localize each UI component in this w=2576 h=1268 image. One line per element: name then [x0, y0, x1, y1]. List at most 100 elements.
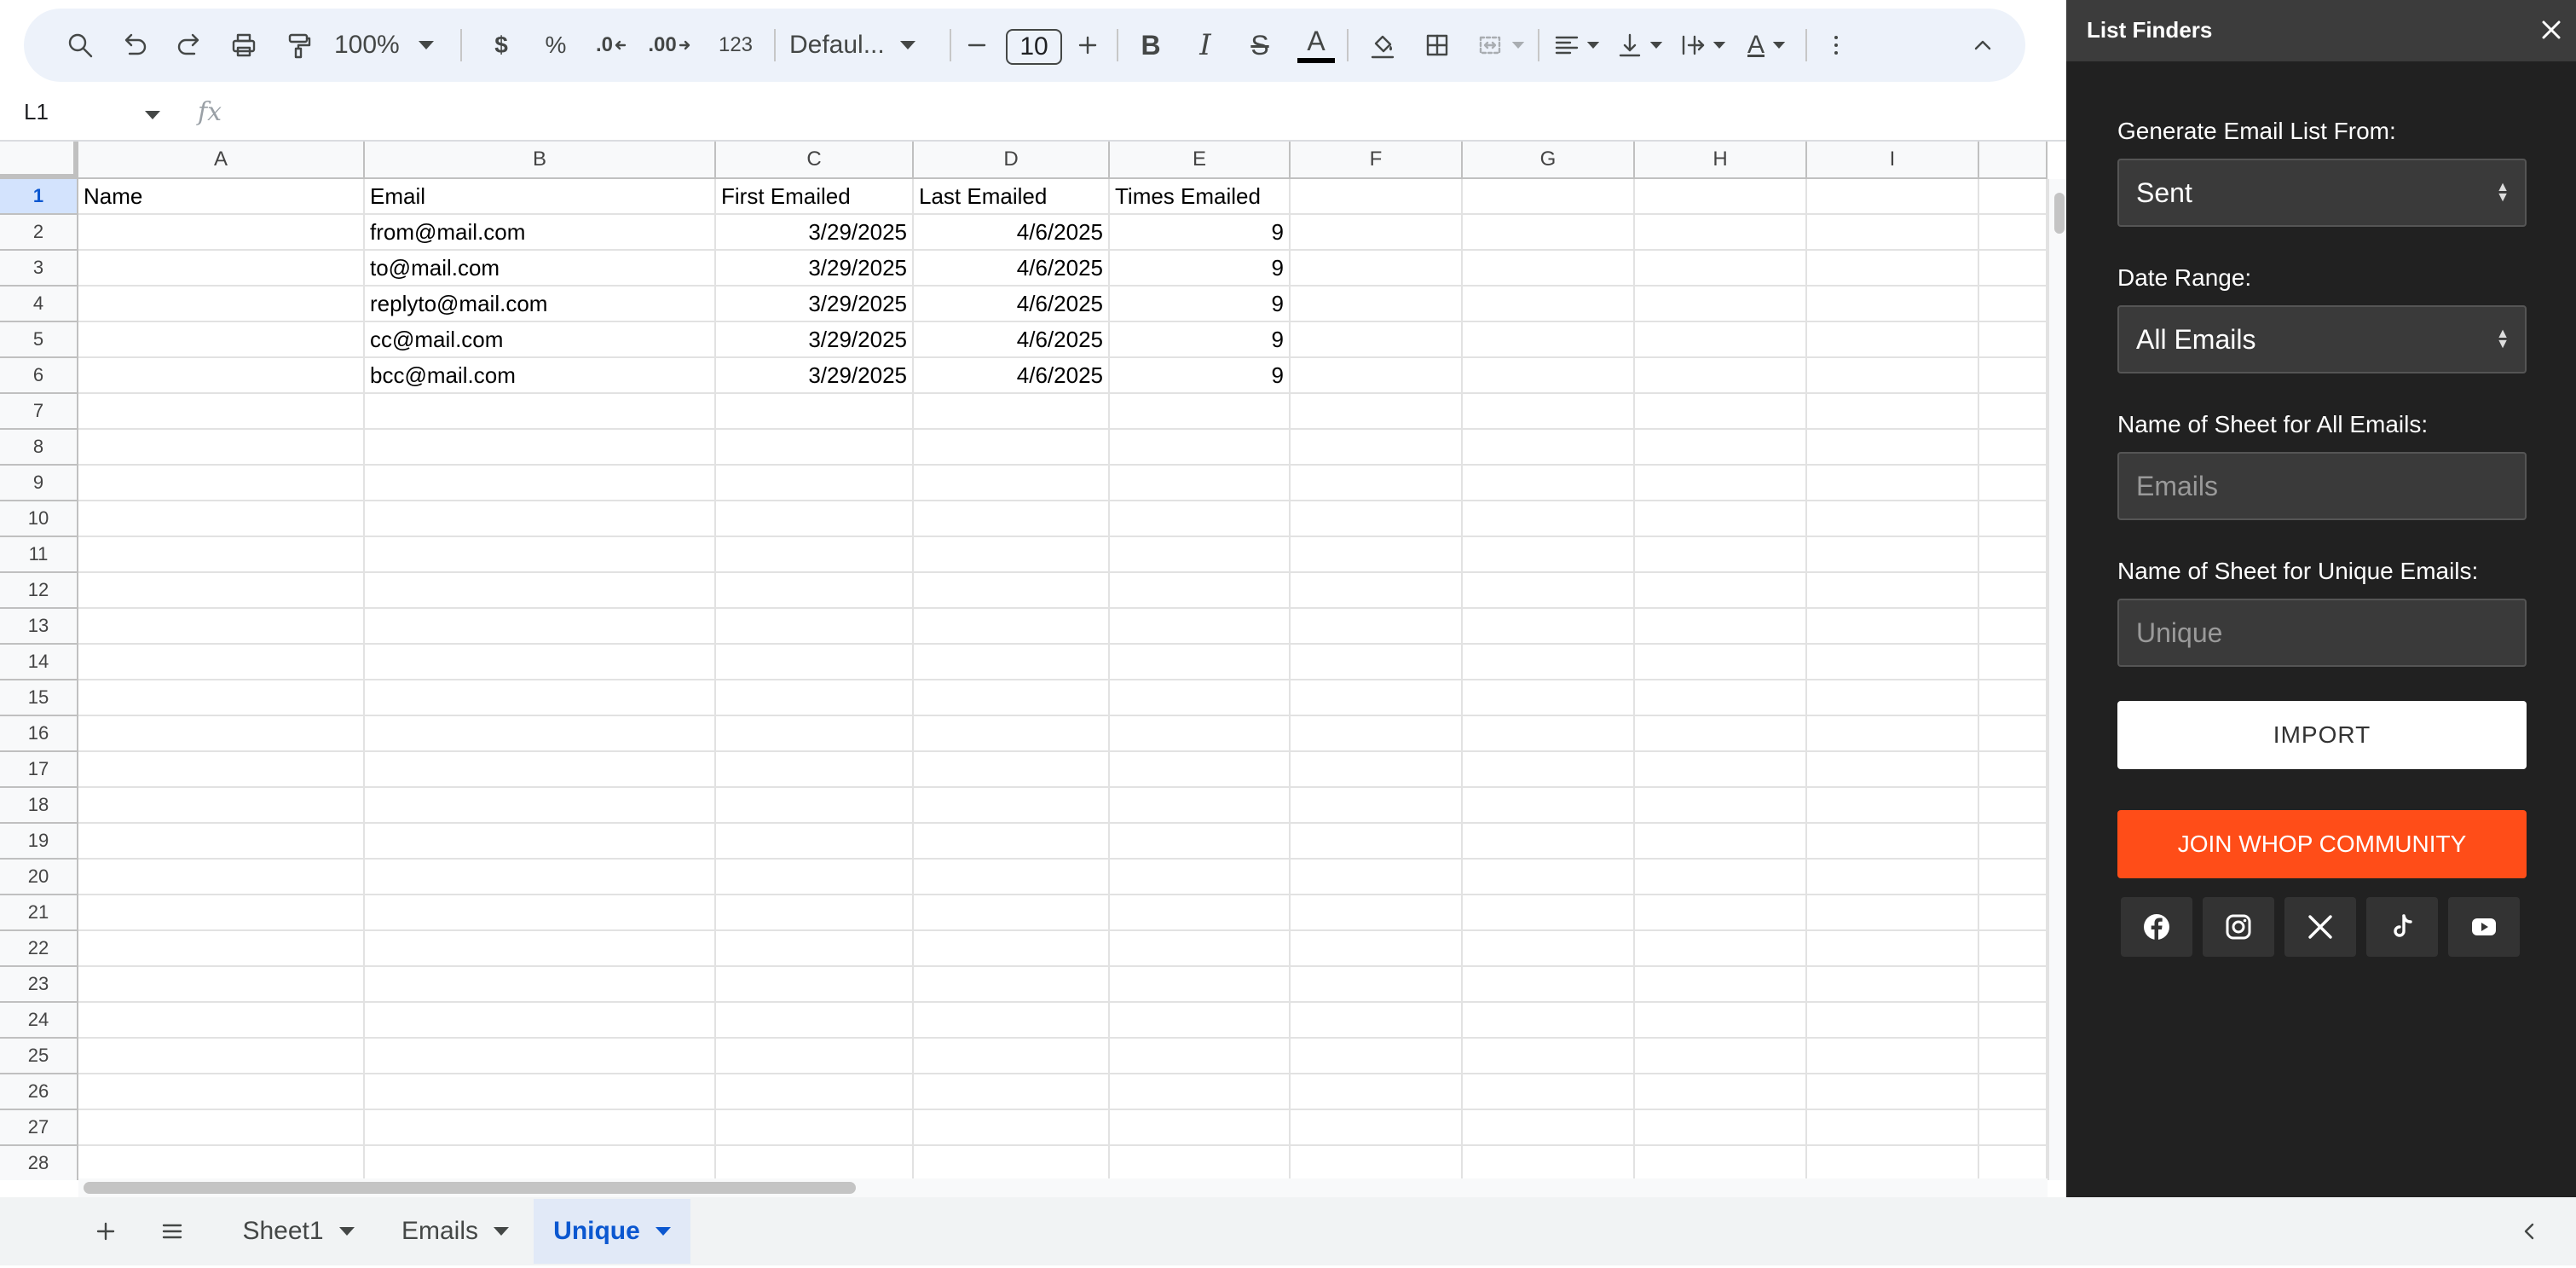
column-header-g[interactable]: G: [1463, 142, 1635, 179]
sheet-tab-sheet1[interactable]: Sheet1: [220, 1199, 377, 1264]
cell-e24[interactable]: [1110, 1003, 1291, 1039]
cell-f5[interactable]: [1291, 322, 1463, 358]
cell-b12[interactable]: [365, 573, 716, 609]
row-header-2[interactable]: 2: [0, 215, 78, 251]
row-header-7[interactable]: 7: [0, 394, 78, 430]
cell-b28[interactable]: [365, 1146, 716, 1180]
row-header-8[interactable]: 8: [0, 430, 78, 466]
increase-decimal-button[interactable]: .00: [639, 9, 701, 82]
cell-a15[interactable]: [78, 680, 365, 716]
cell-c26[interactable]: [716, 1074, 914, 1110]
cell-e22[interactable]: [1110, 931, 1291, 967]
cell-g26[interactable]: [1463, 1074, 1635, 1110]
column-header-partial[interactable]: [1979, 142, 2048, 179]
row-header-20[interactable]: 20: [0, 860, 78, 895]
cell-f14[interactable]: [1291, 645, 1463, 680]
cell-b15[interactable]: [365, 680, 716, 716]
undo-button[interactable]: [113, 9, 157, 82]
column-header-a[interactable]: A: [78, 142, 365, 179]
cell-e2[interactable]: 9: [1110, 215, 1291, 251]
cell-b5[interactable]: cc@mail.com: [365, 322, 716, 358]
cell-i6[interactable]: [1807, 358, 1979, 394]
row-header-10[interactable]: 10: [0, 501, 78, 537]
cell-f1[interactable]: [1291, 179, 1463, 215]
unique-emails-sheet-input[interactable]: Unique: [2117, 599, 2527, 667]
merge-cells-button[interactable]: [1468, 9, 1533, 82]
print-button[interactable]: [222, 9, 266, 82]
cell-d28[interactable]: [914, 1146, 1110, 1180]
cell-d5[interactable]: 4/6/2025: [914, 322, 1110, 358]
cell-e12[interactable]: [1110, 573, 1291, 609]
cell-h20[interactable]: [1635, 860, 1807, 895]
x-button[interactable]: [2284, 897, 2356, 957]
cell-h25[interactable]: [1635, 1039, 1807, 1074]
cell-j5[interactable]: [1979, 322, 2048, 358]
row-header-16[interactable]: 16: [0, 716, 78, 752]
cell-d17[interactable]: [914, 752, 1110, 788]
cell-i7[interactable]: [1807, 394, 1979, 430]
cell-c23[interactable]: [716, 967, 914, 1003]
cell-b8[interactable]: [365, 430, 716, 466]
cell-a11[interactable]: [78, 537, 365, 573]
cell-c3[interactable]: 3/29/2025: [716, 251, 914, 287]
cell-b24[interactable]: [365, 1003, 716, 1039]
cell-f3[interactable]: [1291, 251, 1463, 287]
cell-e3[interactable]: 9: [1110, 251, 1291, 287]
cell-d2[interactable]: 4/6/2025: [914, 215, 1110, 251]
all-emails-sheet-input[interactable]: Emails: [2117, 452, 2527, 520]
format-currency-button[interactable]: $: [479, 9, 523, 82]
row-header-1[interactable]: 1: [0, 179, 78, 215]
cell-f20[interactable]: [1291, 860, 1463, 895]
cell-g20[interactable]: [1463, 860, 1635, 895]
cell-g10[interactable]: [1463, 501, 1635, 537]
cell-c25[interactable]: [716, 1039, 914, 1074]
cell-d6[interactable]: 4/6/2025: [914, 358, 1110, 394]
cell-d7[interactable]: [914, 394, 1110, 430]
cell-e17[interactable]: [1110, 752, 1291, 788]
fill-color-button[interactable]: [1359, 9, 1406, 82]
cell-d10[interactable]: [914, 501, 1110, 537]
cell-e6[interactable]: 9: [1110, 358, 1291, 394]
cell-b25[interactable]: [365, 1039, 716, 1074]
cell-g2[interactable]: [1463, 215, 1635, 251]
cell-c28[interactable]: [716, 1146, 914, 1180]
cell-j27[interactable]: [1979, 1110, 2048, 1146]
cell-e7[interactable]: [1110, 394, 1291, 430]
cell-a2[interactable]: [78, 215, 365, 251]
cell-f24[interactable]: [1291, 1003, 1463, 1039]
cell-a25[interactable]: [78, 1039, 365, 1074]
cell-f28[interactable]: [1291, 1146, 1463, 1180]
cell-i9[interactable]: [1807, 466, 1979, 501]
cell-c24[interactable]: [716, 1003, 914, 1039]
name-box[interactable]: L1: [24, 99, 49, 125]
cell-f8[interactable]: [1291, 430, 1463, 466]
more-formats-button[interactable]: 123: [706, 9, 765, 82]
cell-h28[interactable]: [1635, 1146, 1807, 1180]
cell-a8[interactable]: [78, 430, 365, 466]
cell-j15[interactable]: [1979, 680, 2048, 716]
cell-d14[interactable]: [914, 645, 1110, 680]
cell-c19[interactable]: [716, 824, 914, 860]
cell-d20[interactable]: [914, 860, 1110, 895]
cell-d9[interactable]: [914, 466, 1110, 501]
cell-h17[interactable]: [1635, 752, 1807, 788]
youtube-button[interactable]: [2448, 897, 2520, 957]
row-header-21[interactable]: 21: [0, 895, 78, 931]
select-all-corner[interactable]: [0, 142, 78, 179]
facebook-button[interactable]: [2121, 897, 2192, 957]
cell-f10[interactable]: [1291, 501, 1463, 537]
cell-c18[interactable]: [716, 788, 914, 824]
cell-h10[interactable]: [1635, 501, 1807, 537]
cell-h16[interactable]: [1635, 716, 1807, 752]
cell-d22[interactable]: [914, 931, 1110, 967]
strikethrough-button[interactable]: S: [1238, 9, 1282, 82]
cell-j17[interactable]: [1979, 752, 2048, 788]
cell-h1[interactable]: [1635, 179, 1807, 215]
row-header-22[interactable]: 22: [0, 931, 78, 967]
cell-a16[interactable]: [78, 716, 365, 752]
cell-c1[interactable]: First Emailed: [716, 179, 914, 215]
cell-a1[interactable]: Name: [78, 179, 365, 215]
cell-i14[interactable]: [1807, 645, 1979, 680]
column-header-c[interactable]: C: [716, 142, 914, 179]
cell-c9[interactable]: [716, 466, 914, 501]
